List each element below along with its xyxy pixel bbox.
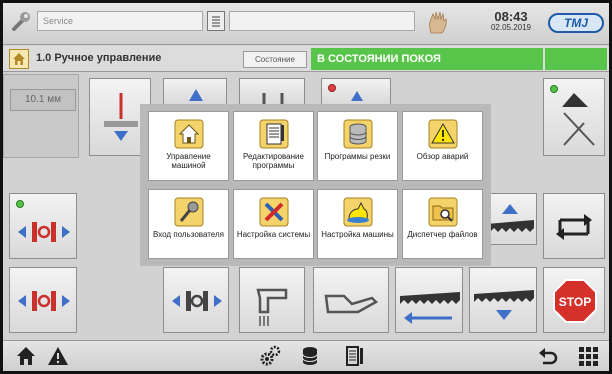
device-frame: Service 08:43 02.05.2019 TMJ 1.0 Ручное … — [0, 0, 612, 374]
user-field[interactable]: Service — [37, 11, 203, 31]
saw-return-button[interactable] — [395, 267, 463, 333]
saw-down-button[interactable] — [469, 267, 537, 333]
clamp-status-led — [16, 200, 24, 208]
vise-status-led — [328, 84, 336, 92]
blade-up-button[interactable] — [163, 78, 227, 106]
menu-item-machine-control[interactable]: Управление машиной — [148, 111, 229, 181]
state-extension — [545, 48, 607, 70]
menu-label: Настройка системы — [236, 230, 311, 239]
database-icon[interactable] — [299, 345, 321, 367]
stop-button[interactable]: STOP — [543, 267, 605, 333]
clamp-open-button[interactable] — [239, 78, 305, 106]
cycle-button[interactable] — [543, 193, 605, 259]
menu-item-cut-programs[interactable]: Программы резки — [317, 111, 398, 181]
menu-item-program-edit[interactable]: Редактирование программы — [233, 111, 314, 181]
tools-icon — [259, 197, 289, 227]
lubrication-button[interactable] — [313, 267, 389, 333]
document-icon — [259, 119, 289, 149]
state-label: Состояние — [243, 51, 307, 68]
home-small-icon[interactable] — [9, 49, 29, 69]
menu-label: Диспетчер файлов — [407, 230, 478, 239]
brand-logo: TMJ — [548, 13, 604, 33]
menu-label: Настройка машины — [321, 230, 394, 239]
warning-icon[interactable] — [47, 345, 69, 367]
state-value: В СОСТОЯНИИ ПОКОЯ — [311, 48, 543, 70]
hmi-screen: Service 08:43 02.05.2019 TMJ 1.0 Ручное … — [3, 3, 609, 371]
angle-status-led — [550, 85, 558, 93]
oil-can-icon — [343, 197, 373, 227]
message-field[interactable] — [229, 11, 415, 31]
home-icon[interactable] — [15, 345, 37, 367]
menu-item-user-login[interactable]: Вход пользователя — [148, 189, 229, 259]
message-list-icon[interactable] — [207, 11, 225, 31]
grid-icon[interactable] — [577, 345, 599, 367]
clock-time: 08:43 — [494, 9, 528, 24]
document-icon[interactable] — [343, 345, 365, 367]
stop-label: STOP — [558, 295, 592, 309]
menu-label: Вход пользователя — [153, 230, 224, 239]
clamp-right-button[interactable] — [9, 267, 77, 333]
menu-item-alarm-overview[interactable]: Обзор аварий — [402, 111, 483, 181]
menu-label: Управление машиной — [166, 152, 211, 170]
main-menu-popup: Управление машиной Редактирование програ… — [140, 104, 491, 266]
feed-value: 10.1 мм — [10, 89, 76, 111]
coolant-button[interactable] — [239, 267, 305, 333]
key-icon — [174, 197, 204, 227]
vise-up-button[interactable] — [321, 78, 391, 106]
home-icon — [174, 119, 204, 149]
menu-item-system-settings[interactable]: Настройка системы — [233, 189, 314, 259]
folder-search-icon — [428, 197, 458, 227]
menu-label: Программы резки — [324, 152, 391, 161]
menu-item-machine-settings[interactable]: Настройка машины — [317, 189, 398, 259]
mode-title: 1.0 Ручное управление — [36, 52, 162, 64]
bottom-bar — [3, 340, 609, 371]
clock: 08:43 02.05.2019 — [481, 10, 541, 33]
gears-icon[interactable] — [259, 345, 281, 367]
back-icon[interactable] — [537, 345, 559, 367]
feed-cell: 10.1 мм — [3, 74, 79, 158]
menu-label: Редактирование программы — [243, 152, 304, 170]
angle-cut-button[interactable] — [543, 78, 605, 156]
database-icon — [343, 119, 373, 149]
service-wrench-icon[interactable] — [9, 9, 33, 33]
clamp-left-button[interactable] — [9, 193, 77, 259]
hand-icon[interactable] — [425, 9, 451, 35]
top-bar: Service 08:43 02.05.2019 TMJ — [3, 3, 609, 45]
status-bar: 1.0 Ручное управление Состояние В СОСТОЯ… — [3, 46, 609, 72]
menu-item-file-manager[interactable]: Диспетчер файлов — [402, 189, 483, 259]
clock-date: 02.05.2019 — [490, 23, 532, 32]
menu-label: Обзор аварий — [416, 152, 469, 161]
clamp-center-button[interactable] — [163, 267, 229, 333]
warning-icon — [428, 119, 458, 149]
